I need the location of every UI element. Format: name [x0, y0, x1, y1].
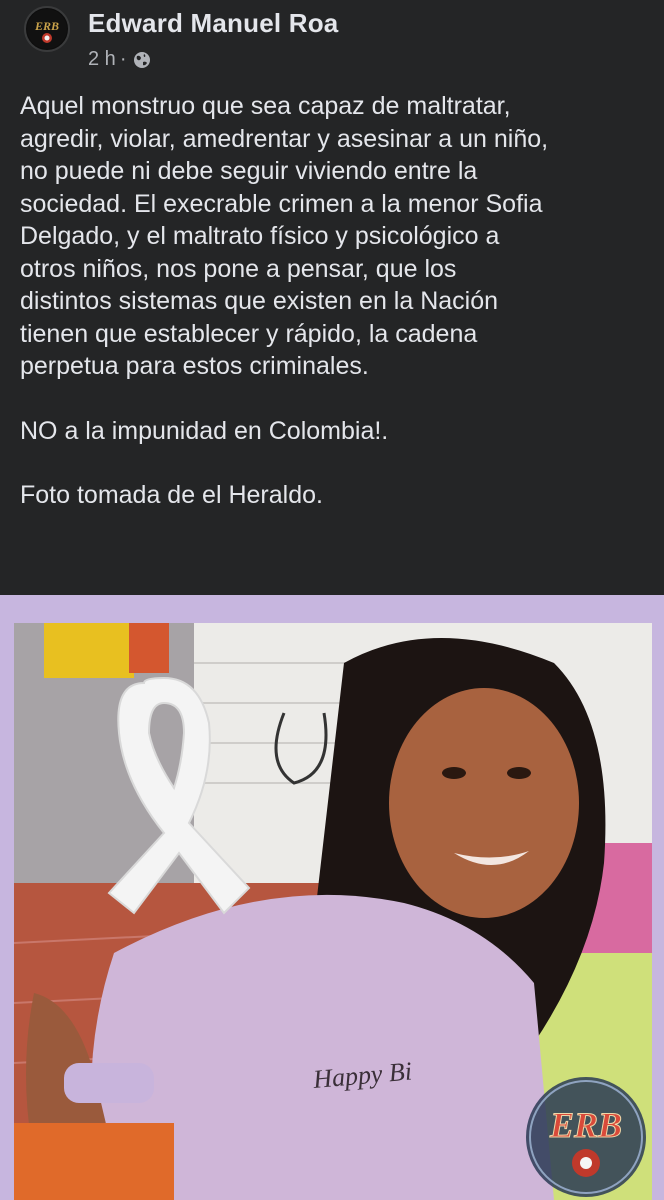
post-meta: 2 h · — [88, 48, 152, 71]
post-paragraph-3: Foto tomada de el Heraldo. — [20, 481, 323, 509]
svg-text:ERB: ERB — [34, 19, 59, 33]
erb-watermark-logo: ERB — [524, 1075, 648, 1199]
erb-avatar-logo: ERB — [27, 9, 67, 49]
svg-text:ERB: ERB — [549, 1105, 622, 1145]
post-header: ERB Edward Manuel Roa 2 h · — [0, 0, 664, 80]
post-paragraph-1: Aquel monstruo que sea capaz de maltrata… — [20, 92, 549, 380]
post-text: Aquel monstruo que sea capaz de maltrata… — [20, 90, 650, 512]
globe-icon[interactable] — [132, 50, 152, 70]
post-time[interactable]: 2 h — [88, 48, 116, 71]
facebook-post: ERB Edward Manuel Roa 2 h · Aquel monstr… — [0, 0, 664, 1200]
post-paragraph-2: NO a la impunidad en Colombia!. — [20, 416, 389, 445]
author-name[interactable]: Edward Manuel Roa — [88, 8, 338, 39]
photo-frame[interactable]: Happy Bi ERB — [0, 595, 664, 1200]
post-photo[interactable]: Happy Bi ERB — [14, 623, 652, 1200]
separator-dot: · — [119, 48, 127, 70]
avatar[interactable]: ERB — [24, 6, 70, 52]
